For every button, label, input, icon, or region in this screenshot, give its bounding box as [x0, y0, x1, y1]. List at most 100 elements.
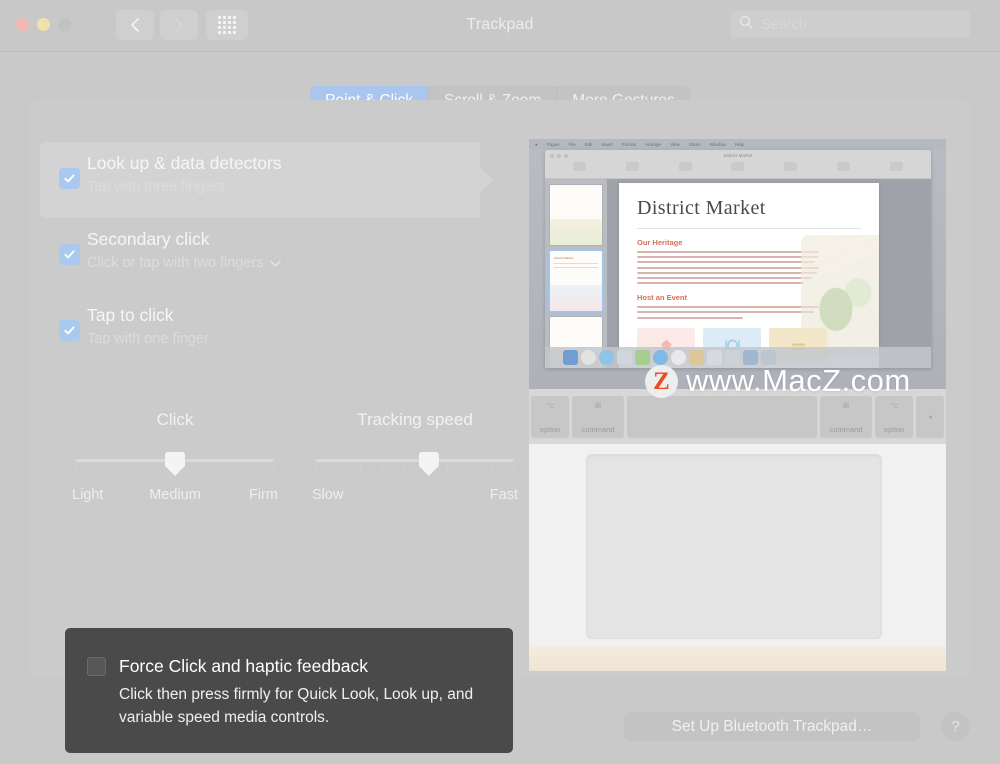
chevron-down-icon[interactable]: [269, 259, 282, 268]
option-row-look-up[interactable]: Look up & data detectors Tap with three …: [40, 142, 530, 218]
tracking-speed-slider-ticks: [316, 466, 514, 472]
preview-dock: [545, 347, 931, 368]
checkmark-icon: [64, 174, 75, 183]
preview-app-body: District Market District Market Our Heri: [545, 179, 931, 368]
tracking-scale-fast: Fast: [489, 487, 518, 503]
preview-menu-item: Edit: [584, 141, 593, 147]
preview-document-page: District Market Our Heritage Host an Eve…: [619, 183, 879, 368]
search-field[interactable]: Search: [730, 11, 970, 38]
option-title: Look up & data detectors: [87, 153, 282, 173]
preview-menu-item: Insert: [601, 141, 613, 147]
key-command-right: ⌘ command: [820, 395, 872, 438]
key-arrow-left: ◂: [916, 395, 944, 438]
option-subtitle-wrap: Tap with one finger: [87, 329, 209, 349]
preview-menubar: ● Pages File Edit Insert Format Arrange View Sha…: [529, 139, 946, 149]
checkmark-icon: [64, 326, 75, 335]
options-list: Look up & data detectors Tap with three …: [40, 142, 530, 370]
option-subtitle: Tap with three fingers: [87, 179, 225, 195]
tracking-speed-slider-scale: Slow Fast: [310, 487, 520, 503]
preview-doc-heading: District Market: [637, 197, 766, 219]
force-click-header: Force Click and haptic feedback: [87, 656, 487, 677]
option-text-look-up: Look up & data detectors Tap with three …: [87, 152, 282, 197]
option-subtitle: Tap with one finger: [87, 331, 209, 347]
preview-menu-item: Window: [709, 141, 726, 147]
help-button[interactable]: ?: [941, 712, 970, 741]
preview-menu-item: Help: [734, 141, 745, 147]
force-click-title: Force Click and haptic feedback: [119, 656, 369, 676]
tracking-speed-slider-thumb[interactable]: [418, 452, 439, 476]
preview-document-title: District Market: [723, 153, 753, 158]
sliders-section: Click Light Medium Firm Tracking speed S…: [70, 410, 520, 503]
command-glyph: ⌘: [594, 400, 602, 410]
click-slider-scale: Light Medium Firm: [70, 487, 280, 503]
preview-app-window: District Market District Market District…: [545, 150, 931, 368]
option-title: Tap to click: [87, 305, 174, 325]
click-scale-medium: Medium: [149, 487, 201, 503]
search-placeholder: Search: [761, 16, 807, 33]
arrow-left-icon: ◂: [928, 411, 932, 421]
option-glyph: ⌥: [545, 400, 555, 410]
preview-toolbar-icons: [545, 162, 931, 171]
preview-menu-item: Pages: [546, 141, 560, 147]
option-glyph: ⌥: [889, 400, 899, 410]
tracking-speed-slider-group: Tracking speed Slow Fast: [310, 410, 520, 503]
click-slider-group: Click Light Medium Firm: [70, 410, 280, 503]
preview-body-text-1: [637, 251, 819, 285]
preview-keyboard-row: ⌥ option ⌘ command ⌘ command ⌥ option ◂: [529, 389, 946, 444]
option-subtitle-wrap[interactable]: Click or tap with two fingers: [87, 253, 282, 273]
preview-thumb-1: [550, 185, 602, 245]
titlebar: Trackpad Search: [0, 0, 1000, 52]
click-slider[interactable]: [70, 452, 280, 478]
option-title: Secondary click: [87, 229, 210, 249]
checkbox-tap-to-click[interactable]: [59, 320, 80, 341]
click-slider-label: Click: [156, 410, 194, 429]
key-option-right: ⌥ option: [875, 395, 913, 438]
preview-menu-item: ●: [535, 141, 538, 147]
preview-app-toolbar: District Market: [545, 150, 931, 179]
checkbox-look-up[interactable]: [59, 168, 80, 189]
checkmark-icon: [64, 250, 75, 259]
key-option-left: ⌥ option: [531, 395, 569, 438]
preview-menu-item: View: [670, 141, 680, 147]
checkbox-secondary-click[interactable]: [59, 244, 80, 265]
preview-thumb-2: District Market: [550, 251, 602, 311]
preview-trackpad-surface: [586, 454, 882, 639]
click-slider-thumb[interactable]: [165, 452, 185, 476]
option-text-secondary-click: Secondary click Click or tap with two fi…: [87, 228, 282, 273]
preview-laptop-base: [529, 444, 946, 671]
preview-menu-item: File: [568, 141, 576, 147]
preview-menu-item: Arrange: [645, 141, 662, 147]
key-command-left: ⌘ command: [572, 395, 624, 438]
force-click-panel: Force Click and haptic feedback Click th…: [65, 628, 513, 753]
click-scale-light: Light: [72, 487, 104, 503]
tracking-speed-slider-label: Tracking speed: [357, 410, 473, 429]
preview-doc-rule: [637, 228, 861, 229]
preview-menu-item: Share: [688, 141, 701, 147]
key-label: option: [539, 424, 561, 434]
tracking-speed-slider-track: [316, 459, 514, 462]
key-label: option: [883, 424, 905, 434]
option-text-tap-to-click: Tap to click Tap with one finger: [87, 304, 209, 349]
option-subtitle-wrap: Tap with three fingers: [87, 177, 282, 197]
preview-desk-surface: [529, 645, 946, 671]
option-row-secondary-click[interactable]: Secondary click Click or tap with two fi…: [40, 218, 530, 294]
gesture-preview-video[interactable]: ● Pages File Edit Insert Format Arrange View Sha…: [529, 139, 946, 671]
tracking-scale-slow: Slow: [312, 487, 344, 503]
force-click-description: Click then press firmly for Quick Look, …: [119, 686, 474, 726]
preview-menu-item: Format: [621, 141, 637, 147]
key-space: [627, 395, 817, 438]
setup-bluetooth-trackpad-button[interactable]: Set Up Bluetooth Trackpad…: [624, 712, 920, 741]
key-label: command: [829, 424, 863, 434]
search-icon: [739, 15, 754, 35]
preview-page-thumbnails: District Market: [545, 179, 607, 368]
click-scale-firm: Firm: [249, 487, 279, 503]
option-subtitle: Click or tap with two fingers: [87, 255, 264, 271]
preview-body-text-2: [637, 306, 819, 319]
command-glyph: ⌘: [842, 400, 850, 410]
system-preferences-window: Trackpad Search Point & Click Scroll & Z…: [0, 0, 1000, 764]
preview-screen: ● Pages File Edit Insert Format Arrange View Sha…: [529, 139, 946, 389]
tracking-speed-slider[interactable]: [310, 452, 520, 478]
key-label: command: [581, 424, 615, 434]
option-row-tap-to-click[interactable]: Tap to click Tap with one finger: [40, 294, 530, 370]
checkbox-force-click[interactable]: [87, 657, 106, 676]
